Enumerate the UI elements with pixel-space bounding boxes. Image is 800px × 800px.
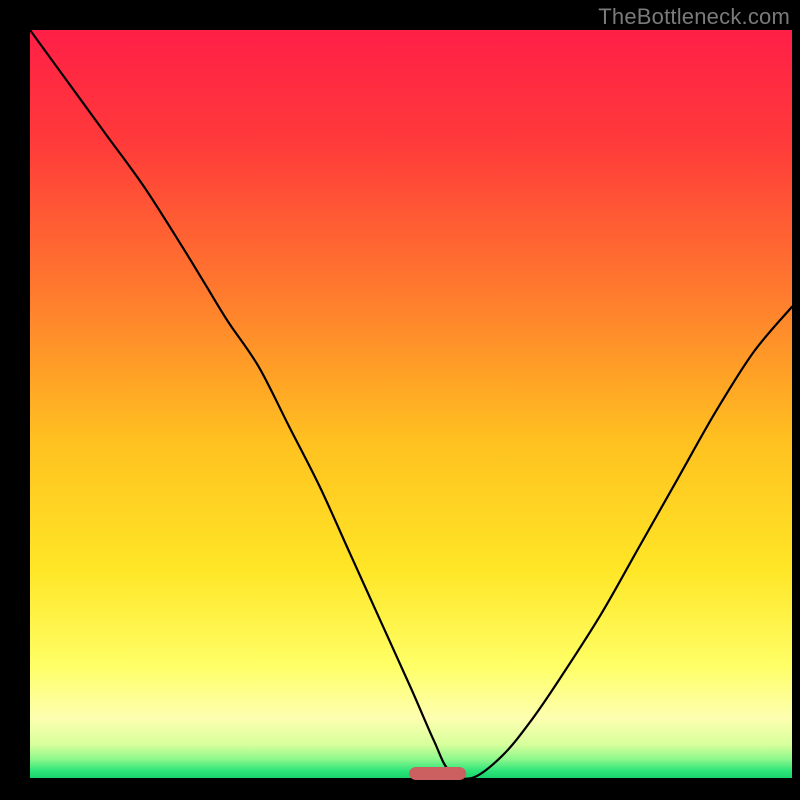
watermark-text: TheBottleneck.com — [598, 4, 790, 30]
chart-frame: TheBottleneck.com — [0, 0, 800, 800]
bottleneck-chart — [0, 0, 800, 800]
optimal-marker — [409, 767, 466, 780]
gradient-background — [30, 30, 792, 778]
